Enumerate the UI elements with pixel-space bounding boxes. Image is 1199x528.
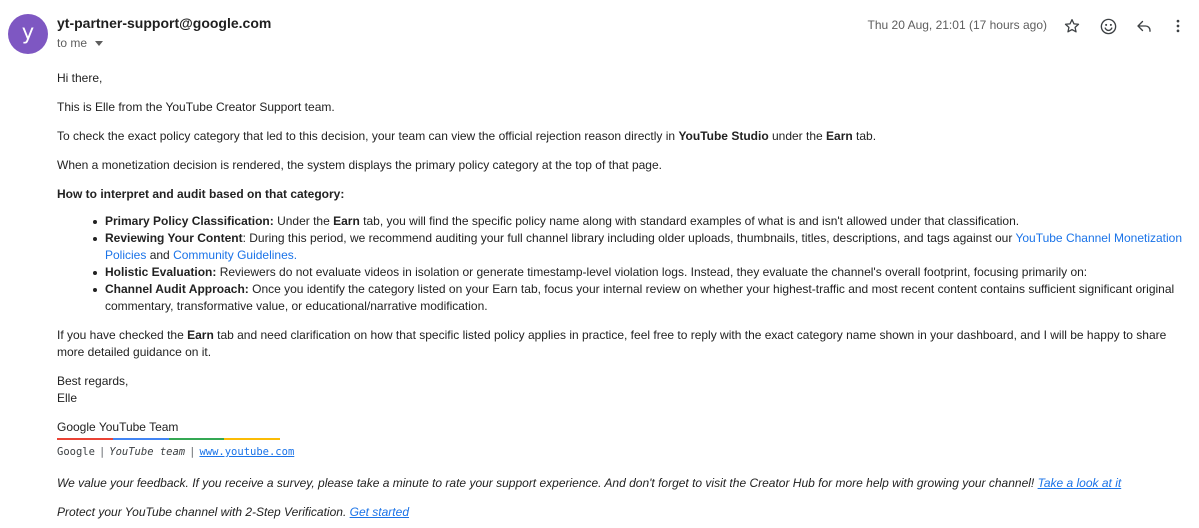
chevron-down-icon — [95, 41, 104, 46]
reply-icon[interactable] — [1132, 14, 1156, 38]
clarification-paragraph: If you have checked the Earn tab and nee… — [57, 327, 1189, 361]
text-span: To check the exact policy category that … — [57, 129, 679, 143]
text-span: If you have checked the — [57, 328, 188, 342]
bold-text: Earn — [826, 129, 853, 143]
bold-text: Reviewing Your Content — [105, 231, 243, 245]
section-heading: How to interpret and audit based on that… — [57, 186, 1189, 203]
text-span: and — [146, 248, 174, 262]
recipient-details-toggle[interactable]: to me — [57, 36, 104, 50]
list-item: Holistic Evaluation: Reviewers do not ev… — [93, 264, 1189, 281]
youtube-url-link[interactable]: www.youtube.com — [199, 446, 294, 458]
decision-paragraph: When a monetization decision is rendered… — [57, 158, 662, 172]
text-span: Protect your YouTube channel with 2-Step… — [57, 505, 350, 519]
star-icon[interactable] — [1060, 14, 1084, 38]
to-me-label: to me — [57, 36, 88, 50]
studio-paragraph: To check the exact policy category that … — [57, 128, 1189, 145]
text-span: Once you identify the category listed on… — [105, 282, 1175, 313]
bold-text: YouTube Studio — [678, 129, 769, 143]
get-started-link[interactable]: Get started — [350, 505, 409, 519]
policy-list: Primary Policy Classification: Under the… — [57, 213, 1189, 315]
text-span: tab and need clarification on how that s… — [57, 328, 1167, 359]
separator: | — [98, 446, 106, 458]
emoji-icon[interactable] — [1096, 14, 1120, 38]
text-span: Under the — [273, 214, 334, 228]
avatar[interactable]: y — [8, 14, 48, 54]
text-span: We value your feedback. If you receive a… — [57, 476, 1038, 490]
community-guidelines-link[interactable]: Community Guidelines. — [173, 248, 297, 262]
sender-email: yt-partner-support@google.com — [57, 15, 272, 31]
bar-segment-yellow — [224, 438, 280, 440]
bold-text: Holistic Evaluation: — [105, 265, 217, 279]
bar-segment-green — [168, 438, 225, 440]
sender-name: Elle — [57, 391, 78, 405]
bold-text: How to interpret and audit based on that… — [57, 187, 345, 201]
text-span: : During this period, we recommend audit… — [242, 231, 1016, 245]
bold-text: Primary Policy Classification: — [105, 214, 274, 228]
signature: Google YouTube Team Google | YouTube team |… — [57, 419, 1189, 461]
text-span: tab, you will find the specific policy n… — [359, 214, 1020, 228]
list-item: Reviewing Your Content: During this peri… — [93, 230, 1189, 264]
bar-segment-red — [57, 438, 113, 440]
greeting: Hi there, — [57, 71, 103, 85]
signature-color-bar — [57, 438, 280, 440]
signature-company: Google — [57, 446, 95, 458]
take-a-look-link[interactable]: Take a look at it — [1038, 476, 1122, 490]
list-item: Primary Policy Classification: Under the… — [93, 213, 1189, 230]
closing-line: Best regards, — [57, 374, 129, 388]
intro-paragraph: This is Elle from the YouTube Creator Su… — [57, 100, 335, 114]
signature-details: Google | YouTube team | www.youtube.com — [57, 444, 1189, 461]
bold-text: Channel Audit Approach: — [105, 282, 249, 296]
message-body: Hi there, This is Elle from the YouTube … — [57, 70, 1189, 521]
signature-team: YouTube team — [109, 446, 186, 458]
separator: | — [189, 446, 196, 458]
list-item: Channel Audit Approach: Once you identif… — [93, 281, 1189, 315]
text-span: tab. — [852, 129, 877, 143]
signature-title: Google YouTube Team — [57, 420, 179, 434]
message-timestamp: Thu 20 Aug, 21:01 (17 hours ago) — [867, 18, 1047, 32]
text-span: under the — [768, 129, 827, 143]
bold-text: Earn — [187, 328, 214, 342]
more-vertical-icon[interactable] — [1166, 14, 1190, 38]
bold-text: Earn — [333, 214, 360, 228]
security-paragraph: Protect your YouTube channel with 2-Step… — [57, 504, 1189, 521]
text-span: Reviewers do not evaluate videos in isol… — [216, 265, 1088, 279]
feedback-paragraph: We value your feedback. If you receive a… — [57, 475, 1189, 492]
bar-segment-blue — [112, 438, 169, 440]
